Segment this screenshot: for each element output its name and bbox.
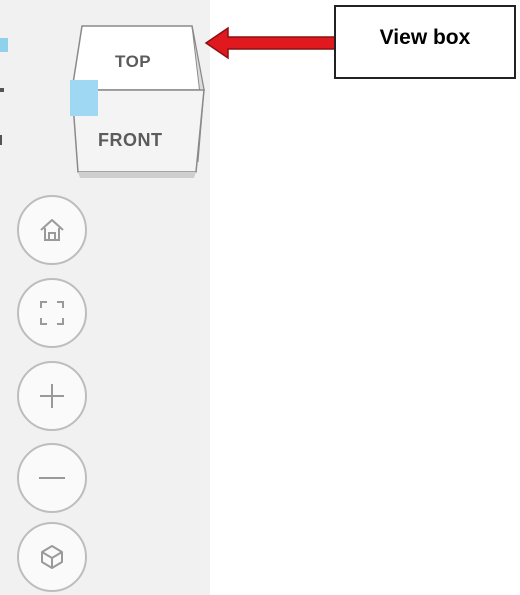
cube-corner-highlight	[70, 80, 98, 116]
callout-arrow	[204, 26, 337, 60]
orbit-cube-icon	[41, 545, 63, 569]
edge-mark	[0, 135, 2, 145]
home-icon	[40, 219, 64, 241]
callout-label: View box	[379, 26, 471, 49]
fit-frame-icon	[40, 301, 64, 325]
view-cube[interactable]: TOP FRONT	[60, 22, 210, 182]
home-button[interactable]	[17, 195, 87, 265]
zoom-in-button[interactable]	[17, 361, 87, 431]
callout-box: View box	[334, 5, 516, 79]
plus-icon	[40, 384, 64, 408]
fit-to-view-button[interactable]	[17, 278, 87, 348]
zoom-out-button[interactable]	[17, 443, 87, 513]
view-cube-graphic	[70, 25, 205, 178]
cube-face-top[interactable]: TOP	[115, 52, 151, 72]
edge-highlight	[0, 38, 8, 52]
edge-mark	[0, 88, 4, 92]
cube-face-front[interactable]: FRONT	[98, 130, 163, 151]
orbit-button[interactable]	[17, 522, 87, 592]
minus-icon	[39, 477, 65, 479]
